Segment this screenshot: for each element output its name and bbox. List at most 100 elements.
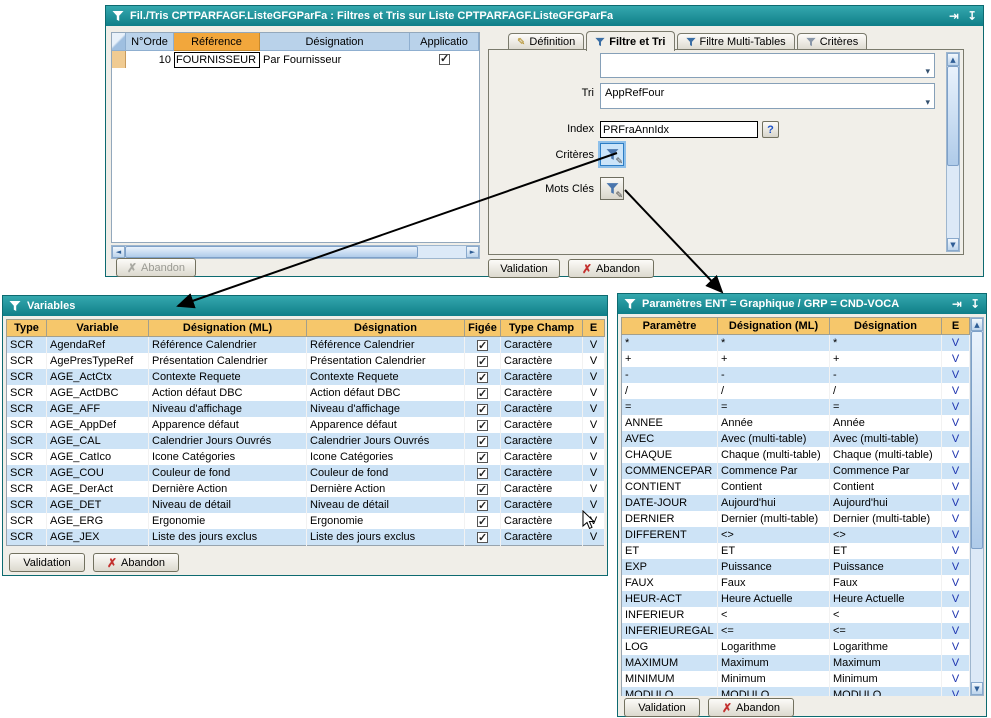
checkbox-checked-icon[interactable]	[477, 500, 488, 511]
table-row[interactable]: SCRAGE_DETNiveau de détailNiveau de déta…	[7, 497, 605, 513]
checkbox-checked-icon[interactable]	[477, 372, 488, 383]
tab-filtre-et-tri[interactable]: Filtre et Tri	[586, 31, 674, 51]
scroll-right-button[interactable]: ►	[466, 246, 479, 258]
checkbox-checked-icon[interactable]	[477, 468, 488, 479]
scrollbar-track[interactable]	[971, 331, 983, 682]
checkbox-checked-icon[interactable]	[477, 452, 488, 463]
horizontal-scrollbar[interactable]: ◄ ►	[111, 245, 480, 259]
mots-cles-filter-button[interactable]: ✎	[600, 177, 624, 200]
row-selector[interactable]	[112, 51, 126, 68]
vertical-scrollbar[interactable]: ▲ ▼	[946, 52, 960, 252]
reference-edit-input[interactable]	[174, 52, 260, 68]
column-header-designation[interactable]: Désignation	[260, 33, 410, 51]
table-row[interactable]: MINIMUMMinimumMinimumV	[622, 671, 970, 687]
table-row[interactable]: EXPPuissancePuissanceV	[622, 559, 970, 575]
table-row[interactable]: SCRAGE_AFFNiveau d'affichageNiveau d'aff…	[7, 401, 605, 417]
table-row[interactable]: ===V	[622, 399, 970, 415]
tri-combo[interactable]: AppRefFour ▾	[600, 83, 935, 109]
column-header[interactable]: Désignation	[830, 318, 942, 335]
abandon-button[interactable]: ✗ Abandon	[568, 259, 654, 278]
table-row[interactable]: MODULOMODULOMODULOV	[622, 687, 970, 696]
table-row[interactable]: INFERIEUREGAL<=<=V	[622, 623, 970, 639]
scroll-up-button[interactable]: ▲	[971, 318, 983, 331]
titlebar[interactable]: Variables	[3, 296, 607, 316]
grid-corner[interactable]	[112, 33, 126, 51]
vertical-scrollbar[interactable]: ▲ ▼	[970, 317, 984, 696]
scrollbar-thumb[interactable]	[947, 66, 959, 166]
table-row[interactable]: DATE-JOURAujourd'huiAujourd'huiV	[622, 495, 970, 511]
table-row[interactable]: INFERIEUR<<V	[622, 607, 970, 623]
table-row[interactable]: HEUR-ACTHeure ActuelleHeure ActuelleV	[622, 591, 970, 607]
table-row[interactable]: SCRAGE_CatIcoIcone CatégoriesIcone Catég…	[7, 449, 605, 465]
column-header[interactable]: Paramètre	[622, 318, 718, 335]
table-row[interactable]: ANNEEAnnéeAnnéeV	[622, 415, 970, 431]
table-row[interactable]: ---V	[622, 367, 970, 383]
chevron-down-icon[interactable]: ▾	[925, 67, 930, 77]
titlebar[interactable]: Fil./Tris CPTPARFAGF.ListeGFGParFa : Fil…	[106, 6, 983, 26]
tab-definition[interactable]: ✎ Définition	[508, 33, 584, 50]
checkbox-checked-icon[interactable]	[477, 340, 488, 351]
scrollbar-track[interactable]	[947, 66, 959, 238]
table-row[interactable]: SCRAGE_COUCouleur de fondCouleur de fond…	[7, 465, 605, 481]
scroll-up-button[interactable]: ▲	[947, 53, 959, 66]
column-header[interactable]: Désignation	[307, 320, 465, 337]
grid-row[interactable]: 10 Par Fournisseur	[112, 51, 479, 68]
table-row[interactable]: SCRAGE_DerActDernière ActionDernière Act…	[7, 481, 605, 497]
table-row[interactable]: SCRAGE_ActDBCAction défaut DBCAction déf…	[7, 385, 605, 401]
column-header[interactable]: E	[942, 318, 970, 335]
abandon-button[interactable]: ✗ Abandon	[708, 698, 794, 717]
checkbox-checked-icon[interactable]	[477, 484, 488, 495]
table-row[interactable]: SCRAGE_AppDefApparence défautApparence d…	[7, 417, 605, 433]
table-row[interactable]: +++V	[622, 351, 970, 367]
table-row[interactable]: SCRAGE_CALCalendrier Jours OuvrésCalendr…	[7, 433, 605, 449]
filter-combo[interactable]: ▾	[600, 53, 935, 78]
validation-button[interactable]: Validation	[624, 698, 700, 717]
table-row[interactable]: CHAQUEChaque (multi-table)Chaque (multi-…	[622, 447, 970, 463]
scrollbar-track[interactable]	[125, 246, 466, 258]
tab-filtre-multi-tables[interactable]: Filtre Multi-Tables	[677, 33, 795, 50]
table-row[interactable]: FAUXFauxFauxV	[622, 575, 970, 591]
checkbox-checked-icon[interactable]	[477, 388, 488, 399]
column-header-application[interactable]: Applicatio	[410, 33, 479, 51]
table-row[interactable]: MAXIMUMMaximumMaximumV	[622, 655, 970, 671]
table-row[interactable]: SCRAGE_ActCtxContexte RequeteContexte Re…	[7, 369, 605, 385]
column-header[interactable]: Type Champ	[501, 320, 583, 337]
table-row[interactable]: ETETETV	[622, 543, 970, 559]
table-row[interactable]: DERNIERDernier (multi-table)Dernier (mul…	[622, 511, 970, 527]
scroll-left-button[interactable]: ◄	[112, 246, 125, 258]
help-button[interactable]: ?	[762, 121, 779, 138]
column-header[interactable]: Désignation (ML)	[149, 320, 307, 337]
table-row[interactable]: SCRAGE_ERGErgonomieErgonomieCaractèreV	[7, 513, 605, 529]
table-row[interactable]: AVECAvec (multi-table)Avec (multi-table)…	[622, 431, 970, 447]
table-row[interactable]: DIFFERENT<><>V	[622, 527, 970, 543]
criteres-filter-button[interactable]: ✎	[600, 143, 624, 166]
titlebar[interactable]: Paramètres ENT = Graphique / GRP = CND-V…	[618, 294, 986, 314]
checkbox-checked-icon[interactable]	[477, 516, 488, 527]
table-row[interactable]: ***V	[622, 335, 970, 352]
table-row[interactable]: SCRAgePresTypeRefPrésentation Calendrier…	[7, 353, 605, 369]
column-header-order[interactable]: N°Orde	[126, 33, 174, 51]
index-input[interactable]	[600, 121, 758, 138]
dock-arrow-icon[interactable]: ⇥	[952, 297, 962, 311]
export-icon[interactable]: ↧	[970, 297, 980, 311]
table-row[interactable]: CONTIENTContientContientV	[622, 479, 970, 495]
validation-button[interactable]: Validation	[488, 259, 560, 278]
abandon-button[interactable]: ✗ Abandon	[93, 553, 179, 572]
dock-arrow-icon[interactable]: ⇥	[949, 9, 959, 23]
scroll-down-button[interactable]: ▼	[971, 682, 983, 695]
scrollbar-thumb[interactable]	[125, 246, 418, 258]
column-header[interactable]: E	[583, 320, 605, 337]
chevron-down-icon[interactable]: ▾	[925, 98, 930, 108]
table-row[interactable]: LOGLogarithmeLogarithmeV	[622, 639, 970, 655]
scroll-down-button[interactable]: ▼	[947, 238, 959, 251]
table-row[interactable]: SCRAGE_JEXListe des jours exclusListe de…	[7, 529, 605, 546]
column-header-reference[interactable]: Référence	[174, 33, 260, 51]
checkbox-checked-icon[interactable]	[439, 54, 450, 65]
checkbox-checked-icon[interactable]	[477, 420, 488, 431]
column-header[interactable]: Désignation (ML)	[718, 318, 830, 335]
table-row[interactable]: SCRAgendaRefRéférence CalendrierRéférenc…	[7, 337, 605, 354]
table-row[interactable]: ///V	[622, 383, 970, 399]
checkbox-checked-icon[interactable]	[477, 404, 488, 415]
export-icon[interactable]: ↧	[967, 9, 977, 23]
column-header[interactable]: Variable	[47, 320, 149, 337]
